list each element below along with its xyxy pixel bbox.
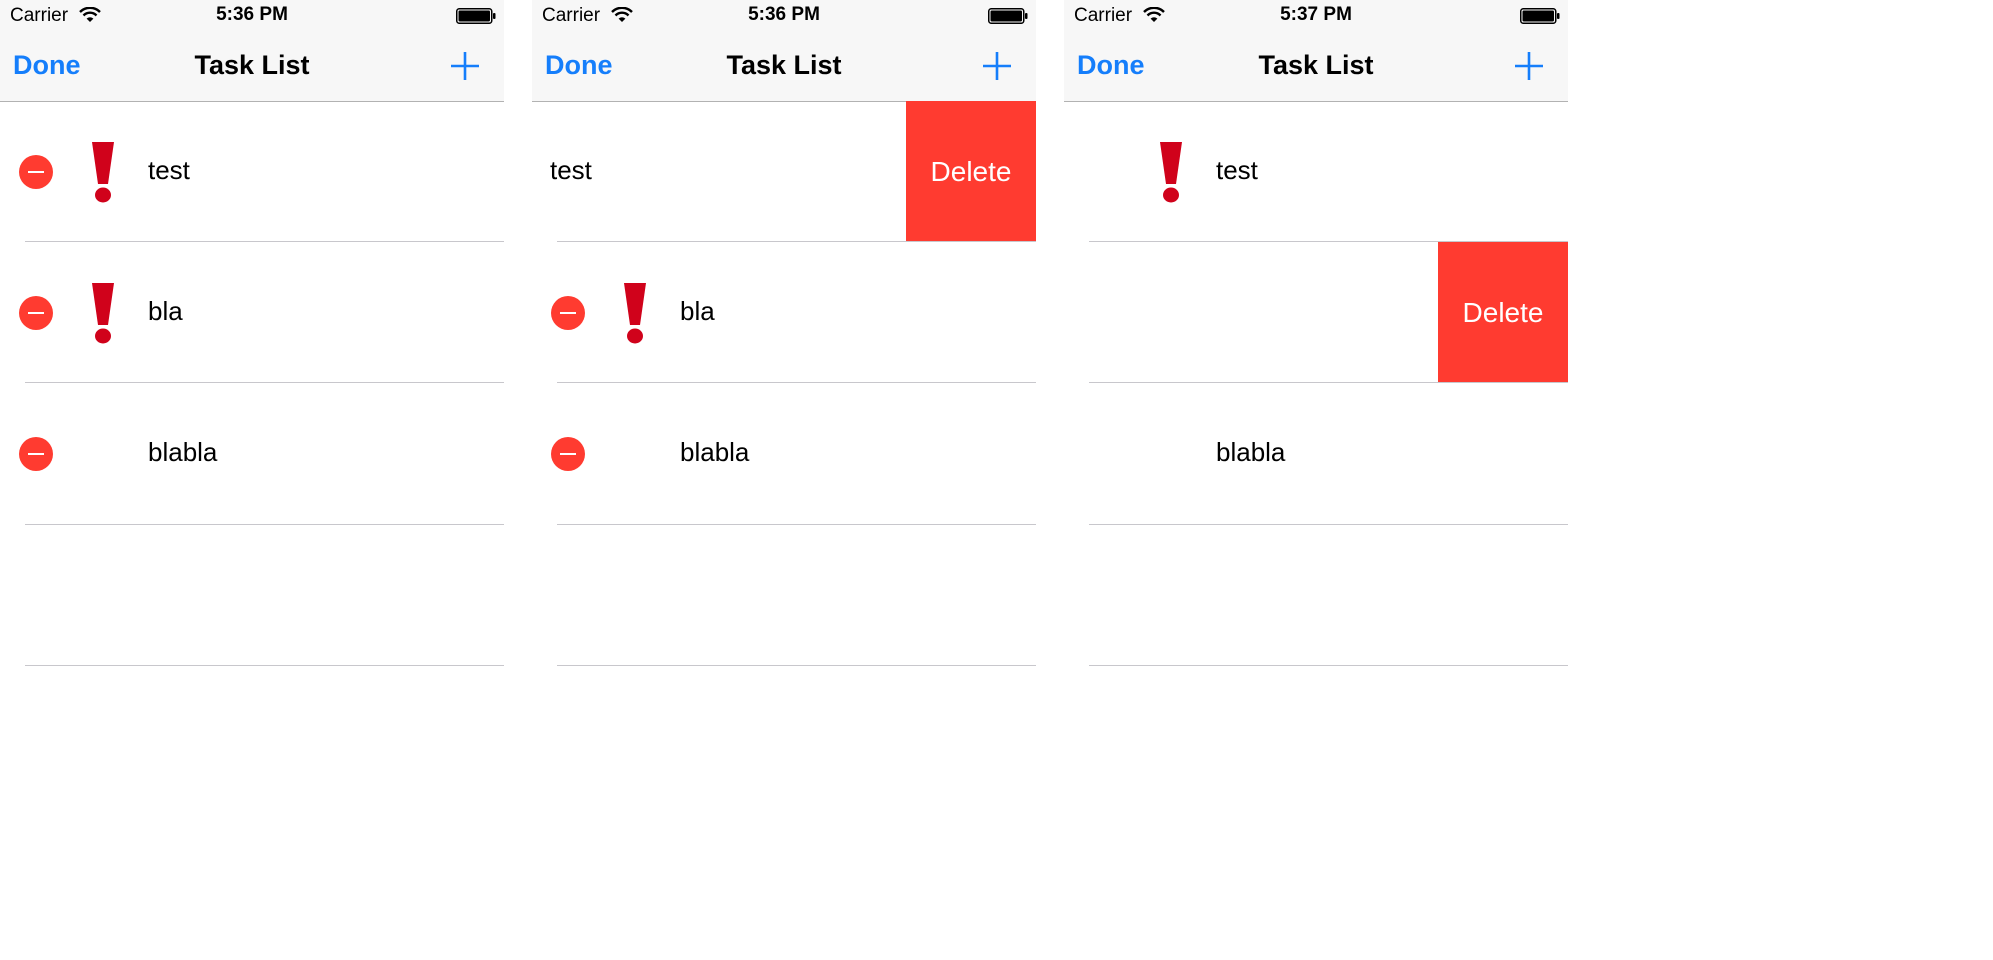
task-label: bla (148, 296, 183, 326)
plus-icon[interactable] (1512, 49, 1546, 83)
page-title: Task List (726, 50, 842, 80)
table-row[interactable]: blabla (1064, 383, 1568, 524)
exclamation-icon (92, 142, 114, 203)
page-title: Task List (1258, 50, 1374, 80)
status-time: 5:37 PM (1280, 4, 1352, 25)
task-label: blabla (148, 437, 218, 467)
plus-icon[interactable] (448, 49, 482, 83)
task-label: test (1216, 155, 1258, 185)
row-separator (1089, 665, 1568, 666)
table-row[interactable]: bla (532, 242, 1036, 383)
task-label: bla (680, 296, 715, 326)
navigation-bar: Done Task List (532, 32, 1036, 102)
battery-icon (988, 8, 1028, 24)
row-separator (25, 665, 504, 666)
task-label: test (550, 155, 592, 185)
task-label: blabla (680, 437, 750, 467)
table-row[interactable]: blabla (0, 383, 504, 524)
exclamation-icon (92, 283, 114, 344)
delete-control-minus-icon[interactable] (551, 437, 585, 471)
navigation-bar: Done Task List (1064, 32, 1568, 102)
screen-1: Carrier 5:36 PM Done Task List test bla … (0, 0, 504, 960)
task-label: blabla (1216, 437, 1286, 467)
row-separator (557, 665, 1036, 666)
navigation-bar: Done Task List (0, 32, 504, 102)
row-separator (557, 524, 1036, 525)
screen-2: Carrier 5:36 PM Done Task List test Dele… (532, 0, 1036, 960)
delete-control-minus-icon[interactable] (19, 437, 53, 471)
delete-button[interactable]: Delete (906, 101, 1036, 242)
exclamation-icon (624, 283, 646, 344)
delete-button[interactable]: Delete (1438, 242, 1568, 383)
table-row[interactable]: test (1064, 101, 1568, 242)
page-title: Task List (194, 50, 310, 80)
status-bar: Carrier 5:37 PM (1064, 0, 1568, 32)
table-row[interactable]: test Delete (532, 101, 1036, 242)
delete-control-minus-icon[interactable] (19, 296, 53, 330)
screen-3: Carrier 5:37 PM Done Task List test Dele… (1064, 0, 1568, 960)
status-bar: Carrier 5:36 PM (532, 0, 1036, 32)
table-row[interactable]: test (0, 101, 504, 242)
table-row[interactable]: bla Delete (1064, 242, 1568, 383)
plus-icon[interactable] (980, 49, 1014, 83)
status-bar: Carrier 5:36 PM (0, 0, 504, 32)
row-separator (1089, 524, 1568, 525)
status-time: 5:36 PM (748, 4, 820, 25)
battery-icon (1520, 8, 1560, 24)
exclamation-icon (1160, 142, 1182, 203)
delete-control-minus-icon[interactable] (19, 155, 53, 189)
battery-icon (456, 8, 496, 24)
table-row[interactable]: blabla (532, 383, 1036, 524)
delete-control-minus-icon[interactable] (551, 296, 585, 330)
row-separator (25, 524, 504, 525)
task-label: test (148, 155, 190, 185)
status-time: 5:36 PM (216, 4, 288, 25)
table-row[interactable]: bla (0, 242, 504, 383)
